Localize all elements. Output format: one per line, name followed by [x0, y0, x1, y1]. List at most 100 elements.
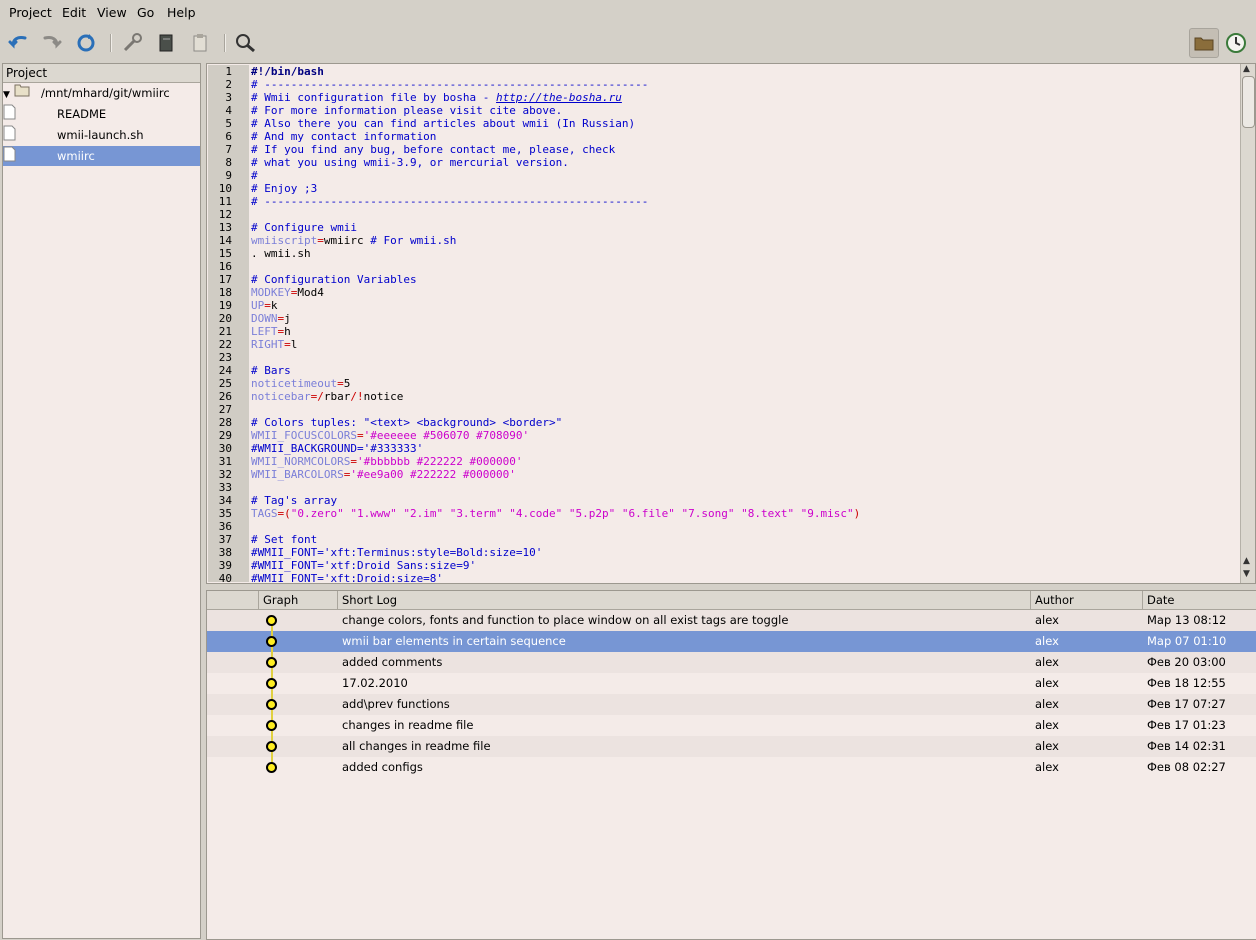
column-date[interactable]: Date — [1142, 591, 1256, 609]
log-message: 17.02.2010 — [342, 676, 408, 690]
line-number: 32 — [218, 468, 232, 481]
log-message: added configs — [342, 760, 423, 774]
line-number: 14 — [218, 234, 232, 247]
code-text: # Bars — [251, 364, 291, 377]
column-short-log[interactable]: Short Log — [337, 591, 1032, 609]
tree-file-wmiirc[interactable]: wmiirc — [3, 146, 200, 166]
code-line: 29 WMII_FOCUSCOLORS='#eeeeee #506070 #708… — [207, 429, 1237, 442]
code-line: 26 noticebar=/rbar/!notice — [207, 390, 1237, 403]
log-date: Мар 13 08:12 — [1147, 613, 1227, 627]
code-text: # If you find any bug, before contact me… — [251, 143, 616, 156]
tree-file-wmii-launch[interactable]: wmii-launch.sh — [3, 125, 200, 145]
line-number: 23 — [218, 351, 232, 364]
log-row[interactable]: added comments alex Фев 20 03:00 — [207, 652, 1256, 673]
log-author: alex — [1035, 655, 1059, 669]
menu-project[interactable]: Project — [9, 5, 52, 20]
tree-root[interactable]: ▼ /mnt/mhard/git/wmiirc — [3, 83, 200, 103]
code-text: #WMII_FONT='xtf:Droid Sans:size=9' — [251, 559, 477, 572]
clipboard-icon[interactable] — [186, 30, 214, 56]
book-icon[interactable] — [152, 30, 180, 56]
line-number: 7 — [225, 143, 232, 156]
line-number: 39 — [218, 559, 232, 572]
commit-node-icon — [266, 720, 277, 731]
log-date: Фев 18 12:55 — [1147, 676, 1226, 690]
line-number: 6 — [225, 130, 232, 143]
code-line: 36 — [207, 520, 1237, 533]
code-text: wmiiscript=wmiirc # For wmii.sh — [251, 234, 457, 247]
menu-go[interactable]: Go — [137, 5, 154, 20]
file-icon — [3, 125, 16, 144]
folder-icon[interactable] — [1189, 28, 1219, 58]
code-editor[interactable]: 1 #!/bin/bash 2 # -------------------------… — [206, 63, 1256, 584]
code-line: 8 # what you using wmii-3.9, or mercurial… — [207, 156, 1237, 169]
commit-node-icon — [266, 762, 277, 773]
editor-scrollbar[interactable]: ▲ ▲ ▼ — [1240, 64, 1255, 583]
log-author: alex — [1035, 697, 1059, 711]
history-icon[interactable] — [1222, 30, 1250, 56]
code-line: 6 # And my contact information — [207, 130, 1237, 143]
scroll-down-icon[interactable]: ▼ — [1243, 569, 1250, 579]
log-row[interactable]: wmii bar elements in certain sequence ale… — [207, 631, 1256, 652]
line-number: 11 — [218, 195, 232, 208]
log-row[interactable]: add\prev functions alex Фев 17 07:27 — [207, 694, 1256, 715]
refresh-icon[interactable] — [72, 30, 100, 56]
scroll-down-icon[interactable]: ▲ — [1243, 556, 1250, 566]
menu-view[interactable]: View — [97, 5, 127, 20]
find-icon[interactable] — [232, 30, 260, 56]
line-number: 22 — [218, 338, 232, 351]
log-row[interactable]: added configs alex Фев 08 02:27 — [207, 757, 1256, 778]
code-line: 13 # Configure wmii — [207, 221, 1237, 234]
commit-node-icon — [266, 636, 277, 647]
log-message: wmii bar elements in certain sequence — [342, 634, 566, 648]
code-link[interactable]: http://the-bosha.ru — [496, 91, 622, 104]
log-row[interactable]: 17.02.2010 alex Фев 18 12:55 — [207, 673, 1256, 694]
scroll-thumb[interactable] — [1242, 76, 1255, 128]
code-line: 30 #WMII_BACKGROUND='#333333' — [207, 442, 1237, 455]
undo-icon[interactable] — [4, 30, 32, 56]
line-number: 25 — [218, 377, 232, 390]
code-line: 38 #WMII_FONT='xft:Terminus:style=Bold:si… — [207, 546, 1237, 559]
horizontal-splitter[interactable] — [206, 582, 1256, 590]
tree-file-readme[interactable]: README — [3, 104, 200, 124]
line-number: 15 — [218, 247, 232, 260]
log-date: Мар 07 01:10 — [1147, 634, 1227, 648]
scroll-up-icon[interactable]: ▲ — [1243, 64, 1250, 74]
menu-help[interactable]: Help — [167, 5, 196, 20]
line-number: 20 — [218, 312, 232, 325]
log-row[interactable]: change colors, fonts and function to pla… — [207, 610, 1256, 631]
code-text: UP=k — [251, 299, 278, 312]
line-number: 29 — [218, 429, 232, 442]
log-author: alex — [1035, 739, 1059, 753]
code-line: 24 # Bars — [207, 364, 1237, 377]
code-line: 39 #WMII_FONT='xtf:Droid Sans:size=9' — [207, 559, 1237, 572]
code-text: # Set font — [251, 533, 318, 546]
redo-icon[interactable] — [38, 30, 66, 56]
code-line: 1 #!/bin/bash — [207, 65, 1237, 78]
code-line: 3 # Wmii configuration file by bosha - ht… — [207, 91, 1237, 104]
code-text: # Colors tuples: "<text> <background> <b… — [251, 416, 563, 429]
folder-icon — [14, 84, 30, 100]
menu-edit[interactable]: Edit — [62, 5, 86, 20]
code-line: 34 # Tag's array — [207, 494, 1237, 507]
code-text: # Also there you can find articles about… — [251, 117, 636, 130]
tree-file-label: README — [57, 107, 107, 121]
log-author: alex — [1035, 634, 1059, 648]
chevron-down-icon[interactable]: ▼ — [3, 90, 10, 100]
line-number: 13 — [218, 221, 232, 234]
log-date: Фев 08 02:27 — [1147, 760, 1226, 774]
log-row[interactable]: changes in readme file alex Фев 17 01:23 — [207, 715, 1256, 736]
code-text: #!/bin/bash — [251, 65, 324, 78]
column-graph[interactable]: Graph — [258, 591, 337, 609]
line-number: 18 — [218, 286, 232, 299]
code-text: WMII_BARCOLORS='#ee9a00 #222222 #000000' — [251, 468, 516, 481]
commit-node-icon — [266, 657, 277, 668]
column-author[interactable]: Author — [1030, 591, 1140, 609]
line-number: 38 — [218, 546, 232, 559]
code-line: 23 — [207, 351, 1237, 364]
tools-icon[interactable] — [118, 30, 146, 56]
log-message: all changes in readme file — [342, 739, 491, 753]
log-row[interactable]: all changes in readme file alex Фев 14 02:… — [207, 736, 1256, 757]
code-text: # For more information please visit cite… — [251, 104, 563, 117]
code-text: # --------------------------------------… — [251, 195, 649, 208]
line-number: 12 — [218, 208, 232, 221]
